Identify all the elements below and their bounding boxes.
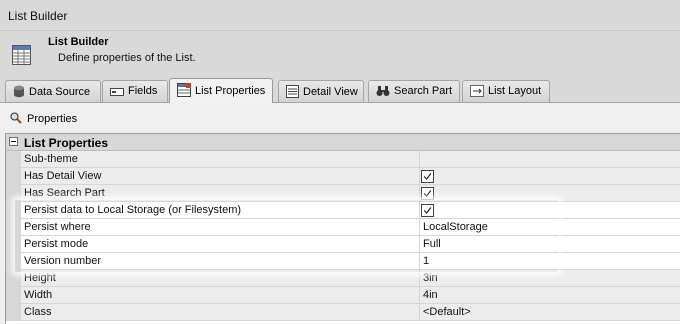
property-name: Persist data to Local Storage (or Filesy… <box>21 202 420 219</box>
property-value[interactable]: LocalStorage <box>420 219 680 236</box>
row-gutter <box>6 151 21 168</box>
row-gutter <box>6 304 21 321</box>
property-row-sub-theme[interactable]: Sub-theme <box>6 151 680 168</box>
property-row-persist-data[interactable]: Persist data to Local Storage (or Filesy… <box>6 202 680 219</box>
property-row-height[interactable]: Height 3in <box>6 270 680 287</box>
property-name: Has Detail View <box>21 168 420 185</box>
tab-label: Data Source <box>29 86 91 98</box>
category-label: List Properties <box>24 136 109 150</box>
tab-search-part[interactable]: Search Part <box>368 80 460 102</box>
property-name: Height <box>21 270 420 287</box>
header-description: Define properties of the List. <box>58 52 196 64</box>
property-row-has-search-part[interactable]: Has Search Part <box>6 185 680 202</box>
header-title: List Builder <box>48 36 109 48</box>
checked-checkbox-icon[interactable] <box>421 170 434 183</box>
property-row-version-number[interactable]: Version number 1 <box>6 253 680 270</box>
tab-fields[interactable]: Fields <box>102 80 168 102</box>
list-properties-icon <box>177 83 191 97</box>
window-titlebar: List Builder <box>0 0 680 31</box>
header: List Builder Define properties of the Li… <box>0 31 680 73</box>
tab-detail-view[interactable]: Detail View <box>278 80 364 102</box>
row-gutter <box>6 185 21 202</box>
property-row-has-detail-view[interactable]: Has Detail View <box>6 168 680 185</box>
row-gutter <box>6 219 21 236</box>
property-name: Persist mode <box>21 236 420 253</box>
properties-label: Properties <box>27 113 78 125</box>
category-row[interactable]: List Properties <box>6 134 680 151</box>
property-value[interactable]: 4in <box>420 287 680 304</box>
tab-label: Fields <box>128 85 158 97</box>
layout-icon <box>470 85 484 97</box>
property-value[interactable]: <Default> <box>420 304 680 321</box>
property-name: Has Search Part <box>21 185 420 202</box>
tab-label: List Layout <box>488 85 542 97</box>
property-value[interactable]: 1 <box>420 253 680 270</box>
window-title: List Builder <box>8 9 68 23</box>
properties-toolbar: Properties <box>0 103 680 133</box>
tab-list-properties[interactable]: List Properties <box>169 78 273 103</box>
property-name: Version number <box>21 253 420 270</box>
tab-label: Search Part <box>394 85 453 97</box>
row-gutter <box>6 287 21 304</box>
property-value <box>420 185 680 202</box>
magnifier-icon <box>10 112 22 124</box>
binoculars-icon <box>376 86 390 96</box>
row-gutter <box>6 168 21 185</box>
collapse-toggle-icon[interactable] <box>9 137 18 146</box>
checked-checkbox-icon[interactable] <box>421 187 434 200</box>
row-gutter <box>6 270 21 287</box>
property-row-persist-mode[interactable]: Persist mode Full <box>6 236 680 253</box>
tab-data-source[interactable]: Data Source <box>5 80 101 102</box>
list-builder-icon <box>12 45 31 65</box>
property-value <box>420 168 680 185</box>
checked-checkbox-icon[interactable] <box>421 204 434 217</box>
tab-strip: Data Source Fields List Properties Detai… <box>0 78 680 103</box>
tab-label: Detail View <box>303 86 358 98</box>
tab-label: List Properties <box>195 85 266 97</box>
property-value[interactable]: 3in <box>420 270 680 287</box>
tab-list-layout[interactable]: List Layout <box>462 80 550 102</box>
property-value[interactable] <box>420 151 680 168</box>
row-gutter <box>6 202 21 219</box>
property-row-width[interactable]: Width 4in <box>6 287 680 304</box>
property-row-persist-where[interactable]: Persist where LocalStorage <box>6 219 680 236</box>
property-name: Class <box>21 304 420 321</box>
property-value[interactable]: Full <box>420 236 680 253</box>
property-grid: List Properties Sub-theme Has Detail Vie… <box>5 133 680 324</box>
property-name: Persist where <box>21 219 420 236</box>
property-row-class[interactable]: Class <Default> <box>6 304 680 321</box>
property-name: Width <box>21 287 420 304</box>
database-icon <box>14 85 24 98</box>
property-value <box>420 202 680 219</box>
row-gutter <box>6 236 21 253</box>
property-name: Sub-theme <box>21 151 420 168</box>
row-gutter <box>6 253 21 270</box>
properties-panel: Properties List Properties Sub-theme Has… <box>0 103 680 324</box>
detail-view-icon <box>286 85 299 98</box>
field-icon <box>110 88 124 96</box>
